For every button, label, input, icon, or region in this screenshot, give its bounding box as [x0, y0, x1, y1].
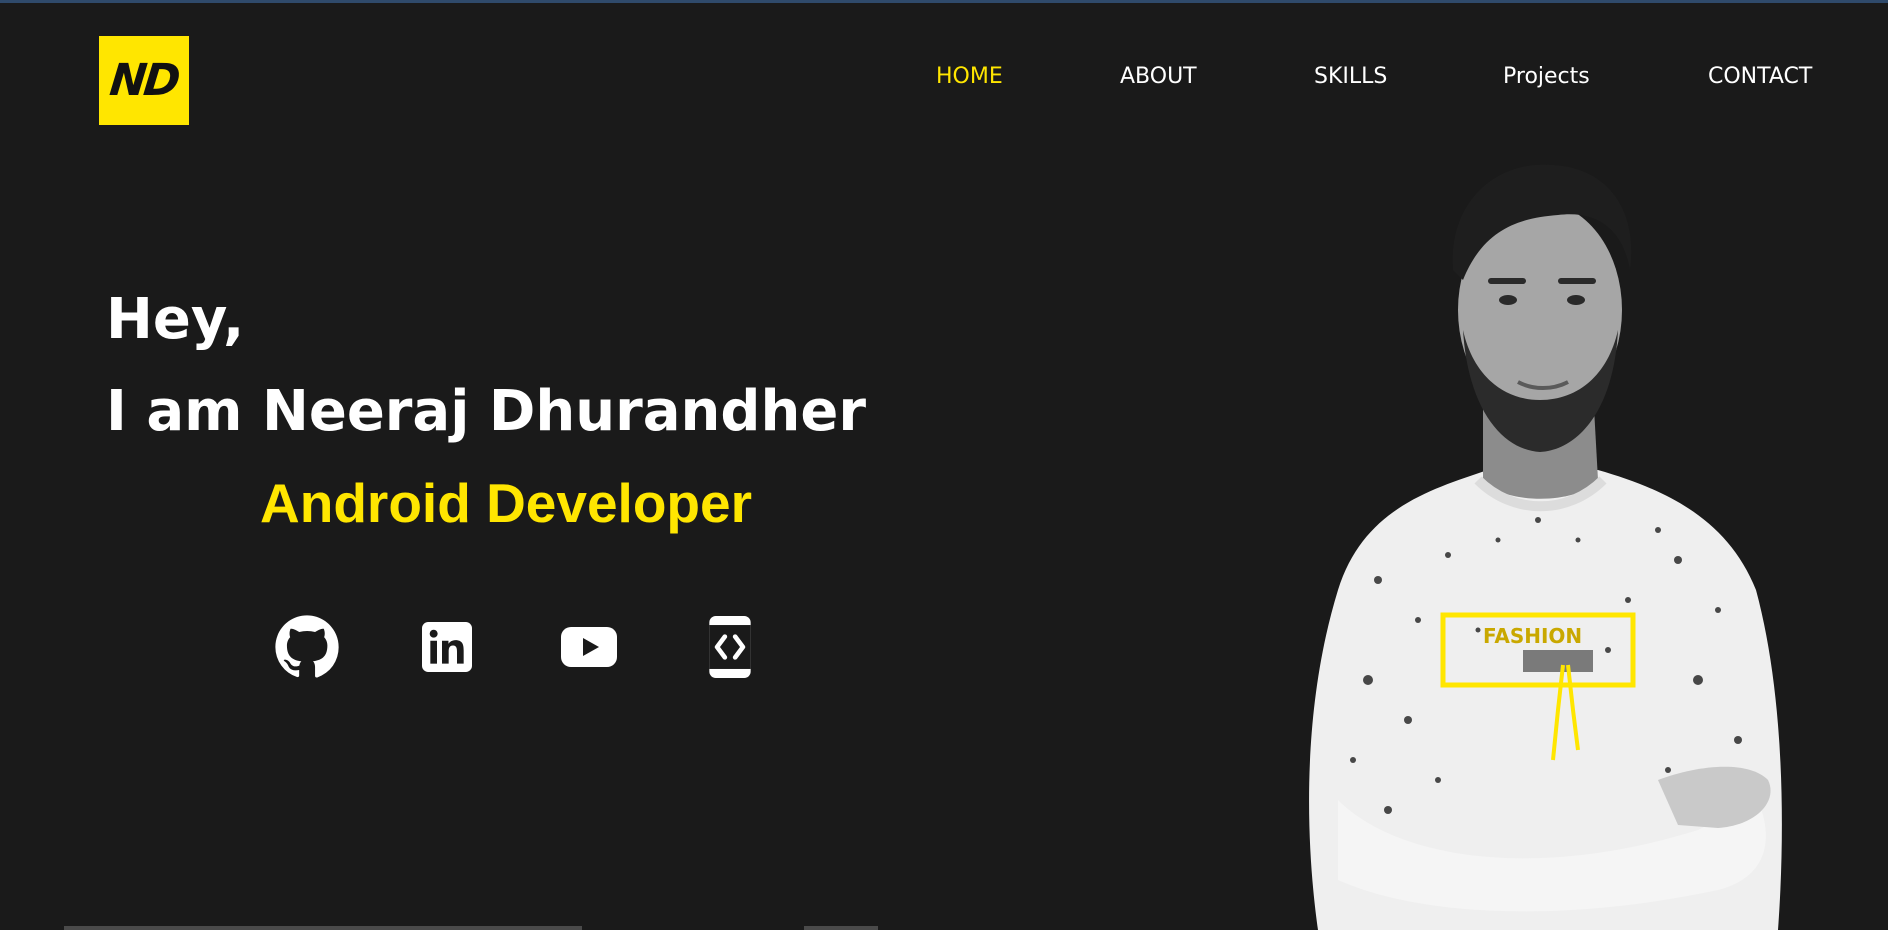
scroll-divider [64, 926, 582, 930]
linkedin-link[interactable] [412, 612, 482, 682]
top-border [0, 0, 1888, 3]
code-device-icon [709, 616, 751, 678]
linkedin-icon [422, 622, 472, 672]
nav-projects[interactable]: Projects [1503, 64, 1590, 89]
scroll-divider [804, 926, 878, 930]
main-nav: HOME ABOUT SKILLS Projects CONTACT [0, 64, 1888, 96]
hero-name: I am Neeraj Dhurandher [106, 379, 866, 444]
hero-role: Android Developer [260, 472, 753, 534]
page: ND HOME ABOUT SKILLS Projects CONTACT He… [0, 0, 1888, 930]
code-profile-link[interactable] [695, 612, 765, 682]
nav-home[interactable]: HOME [936, 64, 1003, 89]
youtube-icon [561, 627, 617, 667]
profile-photo: FASHION [1309, 164, 1782, 930]
nav-skills[interactable]: SKILLS [1314, 64, 1387, 89]
youtube-link[interactable] [554, 612, 624, 682]
github-icon [275, 615, 339, 678]
nav-about[interactable]: ABOUT [1120, 64, 1197, 89]
github-link[interactable] [272, 612, 342, 682]
svg-text:FASHION: FASHION [1483, 624, 1582, 648]
hero-greeting: Hey, [106, 287, 245, 352]
nav-contact[interactable]: CONTACT [1708, 64, 1812, 89]
